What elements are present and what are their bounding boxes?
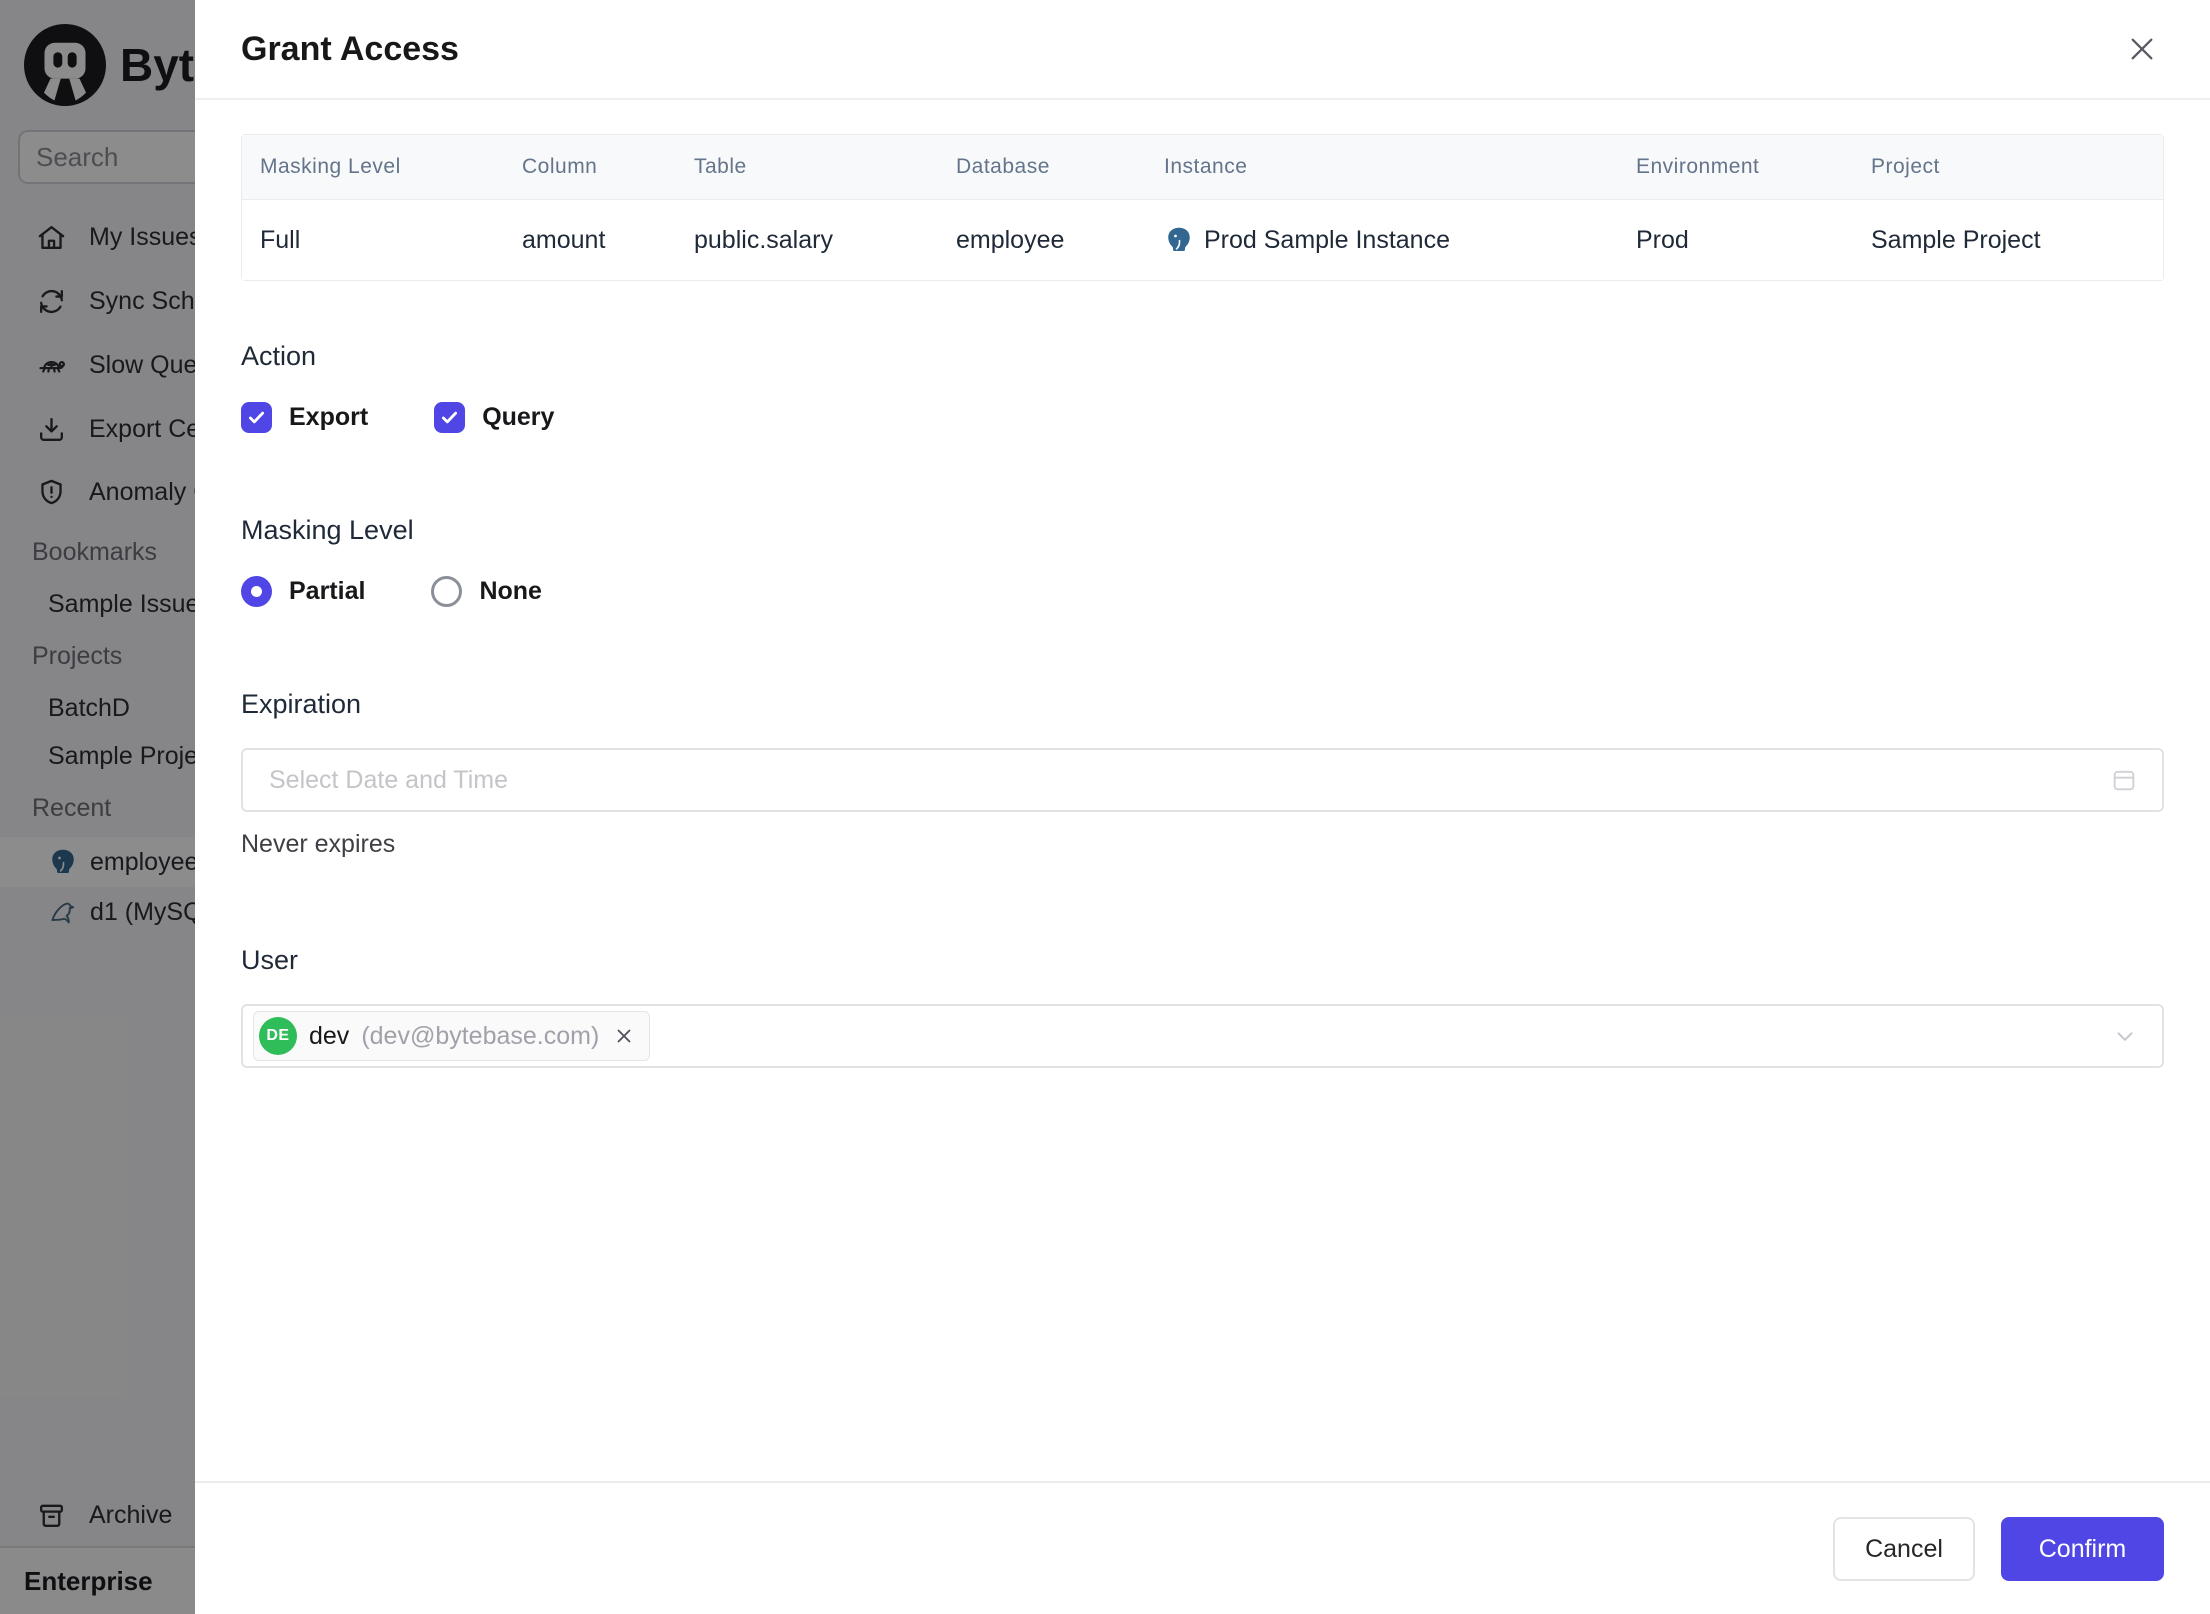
partial-radio[interactable]: Partial bbox=[241, 576, 365, 607]
modal-footer: Cancel Confirm bbox=[195, 1481, 2210, 1614]
cell-table: public.salary bbox=[676, 200, 938, 280]
confirm-button[interactable]: Confirm bbox=[2001, 1517, 2164, 1581]
masking-level-section: Masking Level Partial None bbox=[241, 515, 2164, 607]
expiration-note: Never expires bbox=[241, 830, 396, 858]
checkbox-checked-icon bbox=[241, 402, 272, 433]
masking-level-title: Masking Level bbox=[241, 515, 414, 545]
close-icon bbox=[617, 1029, 631, 1043]
postgres-icon bbox=[1168, 227, 1190, 251]
none-radio[interactable]: None bbox=[431, 576, 542, 607]
query-checkbox[interactable]: Query bbox=[434, 402, 554, 433]
action-section: Action Export Query bbox=[241, 341, 2164, 433]
modal-header: Grant Access bbox=[195, 0, 2210, 100]
checkbox-checked-icon bbox=[434, 402, 466, 433]
radio-label: None bbox=[479, 577, 542, 605]
cell-database: employee bbox=[938, 200, 1146, 280]
radio-unselected-icon bbox=[431, 576, 463, 607]
cell-project: Sample Project bbox=[1853, 200, 2163, 280]
user-email: (dev@bytebase.com) bbox=[361, 1021, 600, 1050]
user-section: User DE dev (dev@bytebase.com) bbox=[241, 945, 2164, 1068]
chevron-down-icon[interactable] bbox=[2112, 1023, 2138, 1049]
col-header-column: Column bbox=[504, 135, 676, 200]
cancel-button[interactable]: Cancel bbox=[1833, 1517, 1975, 1581]
cell-instance: Prod Sample Instance bbox=[1146, 200, 1618, 280]
modal-body: Masking Level Column Table Database Inst… bbox=[195, 100, 2210, 1481]
masked-column-table: Masking Level Column Table Database Inst… bbox=[241, 134, 2164, 281]
cell-masking-level: Full bbox=[242, 200, 504, 280]
date-input[interactable] bbox=[243, 750, 2110, 810]
instance-name: Prod Sample Instance bbox=[1204, 225, 1450, 254]
col-header-environment: Environment bbox=[1618, 135, 1853, 200]
table-header-row: Masking Level Column Table Database Inst… bbox=[242, 135, 2163, 200]
checkbox-label: Query bbox=[482, 403, 555, 431]
expiration-section: Expiration Never expires bbox=[241, 689, 2164, 859]
user-name: dev bbox=[309, 1021, 350, 1050]
col-header-database: Database bbox=[938, 135, 1146, 200]
calendar-icon bbox=[2110, 766, 2138, 794]
expiration-title: Expiration bbox=[241, 689, 362, 719]
expiration-date-picker[interactable] bbox=[241, 748, 2164, 812]
col-header-instance: Instance bbox=[1146, 135, 1618, 200]
app-root: Bytebase My Issues Sync Schema Slow Q bbox=[0, 0, 2210, 1614]
cell-environment: Prod bbox=[1618, 200, 1853, 280]
export-checkbox[interactable]: Export bbox=[241, 402, 368, 433]
radio-label: Partial bbox=[289, 577, 366, 605]
modal-title: Grant Access bbox=[241, 29, 459, 68]
avatar: DE bbox=[259, 1017, 297, 1055]
remove-user-button[interactable] bbox=[613, 1025, 635, 1047]
grant-access-modal: Grant Access Masking Level Column Table bbox=[195, 0, 2210, 1614]
user-tag: DE dev (dev@bytebase.com) bbox=[253, 1011, 651, 1061]
user-select[interactable]: DE dev (dev@bytebase.com) bbox=[241, 1004, 2164, 1068]
close-button[interactable] bbox=[2120, 27, 2164, 71]
user-title: User bbox=[241, 945, 299, 975]
col-header-masking-level: Masking Level bbox=[242, 135, 504, 200]
col-header-project: Project bbox=[1853, 135, 2163, 200]
close-icon bbox=[2131, 38, 2153, 60]
col-header-table: Table bbox=[676, 135, 938, 200]
action-title: Action bbox=[241, 341, 317, 371]
table-row: Full amount public.salary employee Prod … bbox=[242, 200, 2163, 280]
checkbox-label: Export bbox=[289, 403, 369, 431]
cell-column: amount bbox=[504, 200, 676, 280]
radio-selected-icon bbox=[241, 576, 272, 607]
